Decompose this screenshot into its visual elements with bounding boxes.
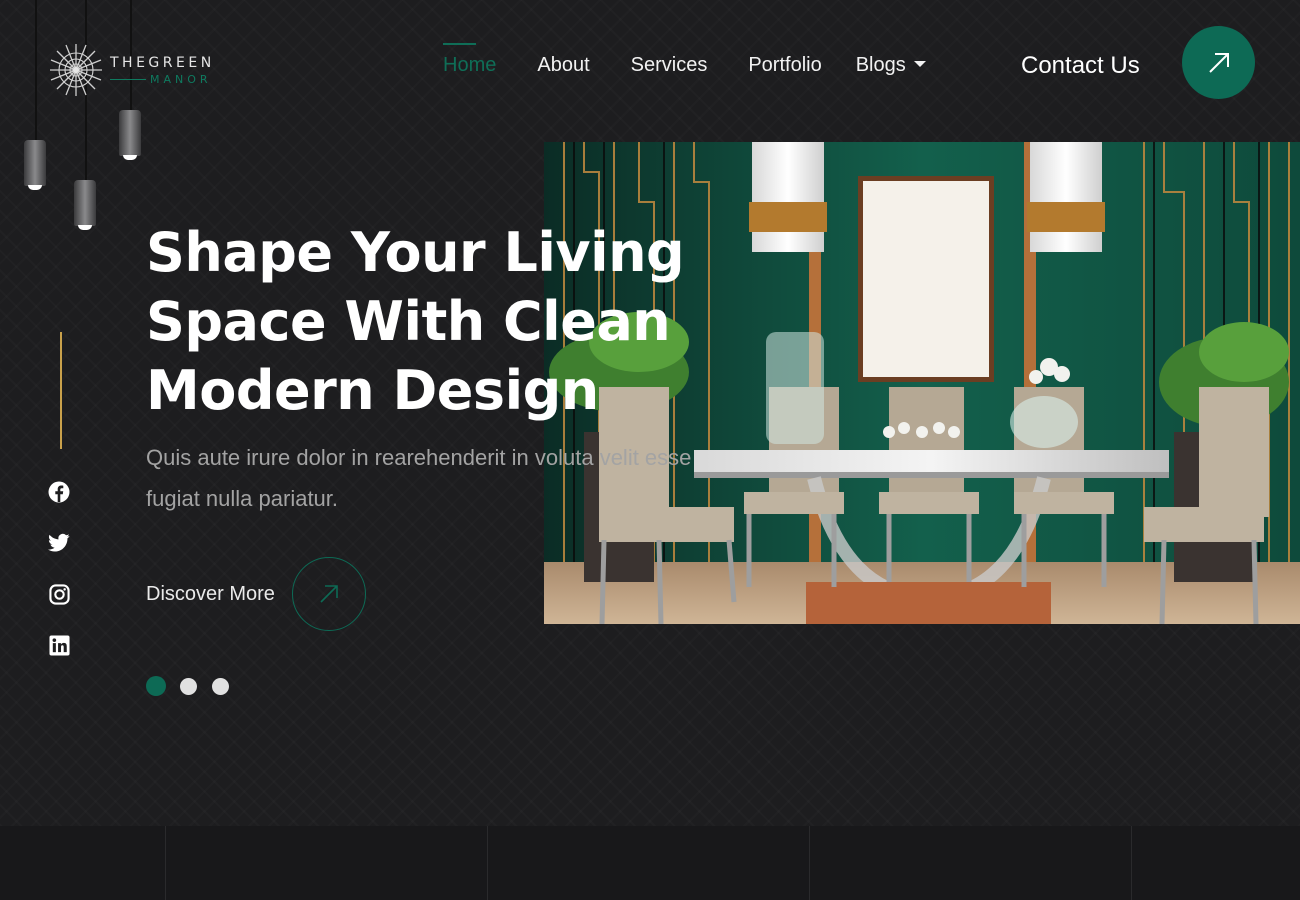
discover-more-circle — [291, 557, 366, 631]
facebook-link[interactable] — [48, 481, 70, 503]
bottom-cell — [810, 826, 1132, 900]
nav-portfolio[interactable]: Portfolio — [748, 54, 821, 77]
slide-dot-2[interactable] — [180, 677, 197, 695]
linkedin-link[interactable] — [48, 634, 70, 656]
slider-pagination — [146, 676, 244, 696]
arrow-up-right-icon — [320, 585, 338, 603]
bottom-cell — [166, 826, 488, 900]
nav-blogs[interactable]: Blogs — [856, 54, 926, 77]
caret-down-icon — [913, 60, 926, 67]
brand-divider — [110, 78, 146, 80]
main-nav: Home About Services Portfolio Blogs — [443, 43, 967, 77]
facebook-icon — [48, 481, 70, 503]
contact-us-button[interactable] — [1182, 26, 1255, 99]
headline-line-1: Shape Your Living — [146, 221, 685, 284]
discover-more-button[interactable]: Discover More — [146, 557, 366, 631]
bottom-cell — [488, 826, 810, 900]
nav-home[interactable]: Home — [443, 43, 496, 77]
arrow-up-right-icon — [1208, 52, 1229, 73]
slide-dot-3[interactable] — [212, 677, 229, 695]
nav-about[interactable]: About — [537, 54, 589, 77]
gold-divider — [60, 332, 62, 449]
mandala-logo-icon — [50, 44, 102, 96]
linkedin-icon — [48, 634, 70, 656]
discover-more-label: Discover More — [146, 582, 275, 605]
brand-subname: MANOR — [150, 72, 212, 86]
nav-blogs-label: Blogs — [855, 54, 906, 76]
bottom-strip — [0, 826, 1300, 900]
instagram-icon — [48, 583, 70, 605]
hero-section: THEGREEN MANOR Home About Services Portf… — [0, 0, 1300, 826]
nav-services[interactable]: Services — [631, 54, 708, 77]
hero-headline: Shape Your Living Space With Clean Moder… — [146, 218, 746, 425]
slide-dot-1[interactable] — [146, 676, 166, 696]
hero-subtext: Quis aute irure dolor in rearehenderit i… — [146, 445, 692, 511]
bottom-cell — [0, 826, 166, 900]
bottom-cell — [1132, 826, 1300, 900]
twitter-icon — [48, 533, 70, 552]
twitter-link[interactable] — [48, 532, 70, 554]
instagram-link[interactable] — [48, 583, 70, 605]
headline-line-3: Modern Design — [146, 359, 599, 422]
brand-logo[interactable]: THEGREEN MANOR — [48, 42, 215, 98]
contact-us-link[interactable]: Contact Us — [1021, 52, 1140, 80]
brand-name: THEGREEN — [110, 54, 215, 71]
headline-line-2: Space With Clean — [146, 290, 671, 353]
